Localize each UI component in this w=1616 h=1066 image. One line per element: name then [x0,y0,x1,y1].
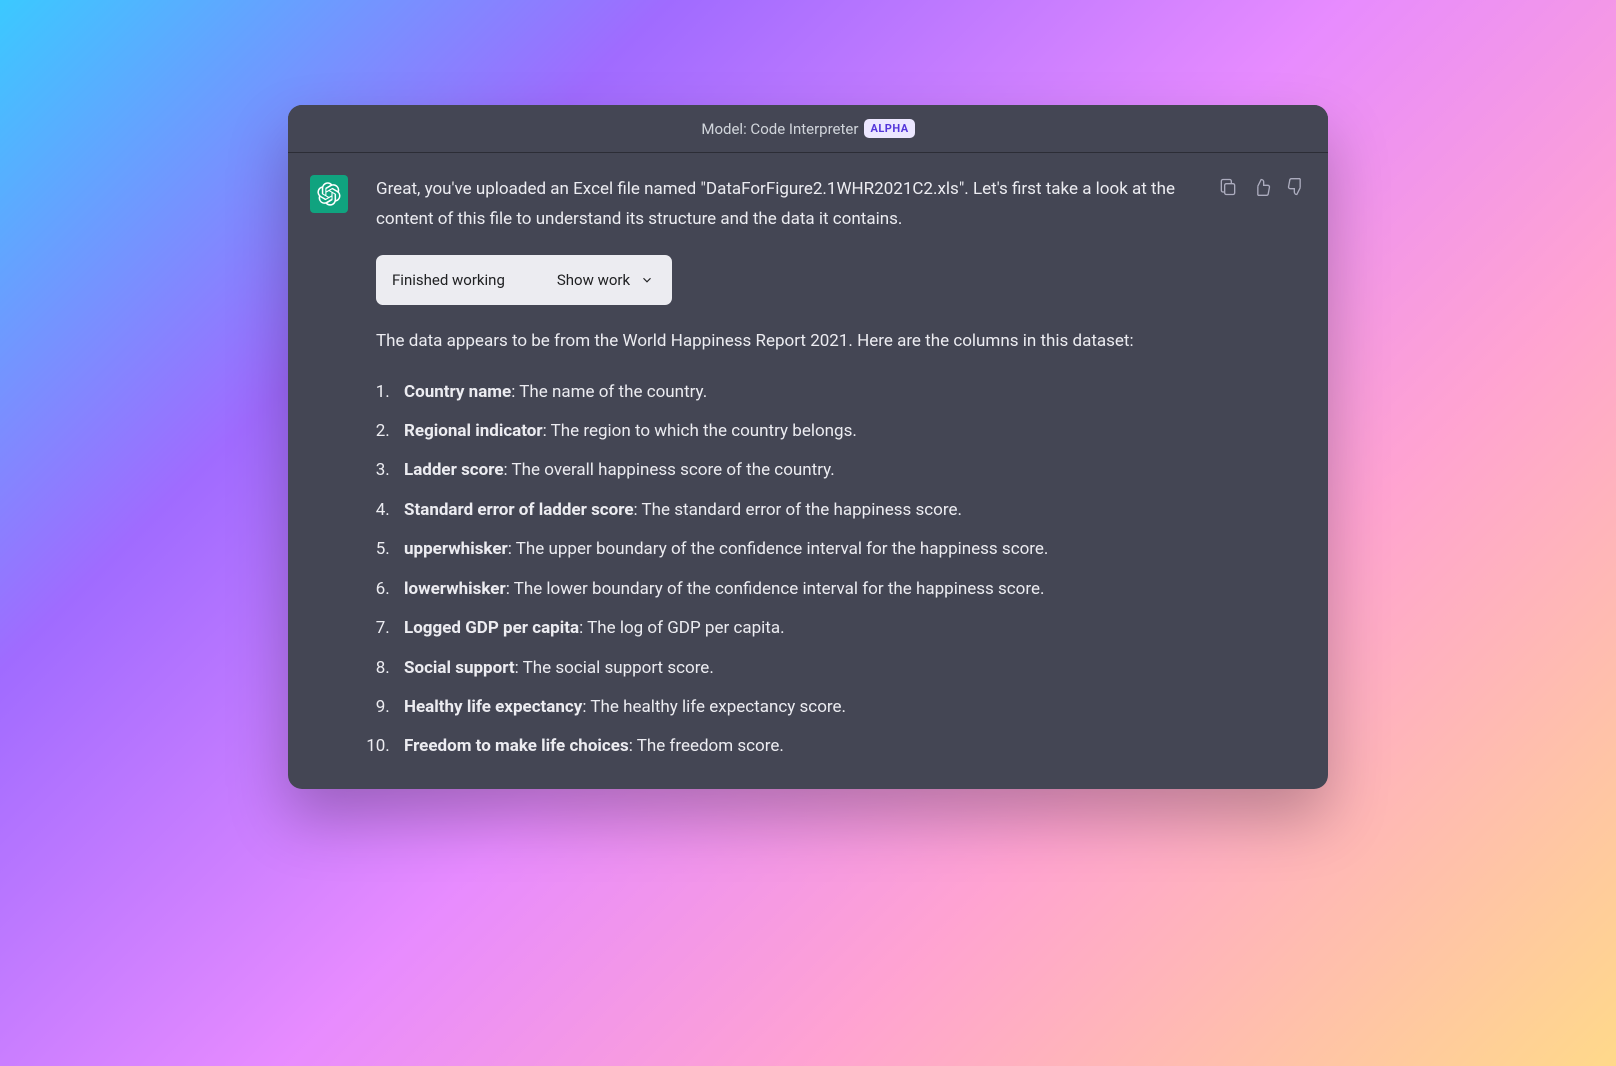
list-item: Standard error of ladder score: The stan… [394,495,1184,526]
show-work-toggle[interactable]: Finished working Show work [376,255,672,305]
list-item: Healthy life expectancy: The healthy lif… [394,692,1184,723]
copy-button[interactable] [1218,177,1238,197]
thumbs-up-icon [1252,177,1272,197]
list-item: Regional indicator: The region to which … [394,416,1184,447]
assistant-avatar [310,175,348,213]
model-label: Model: Code Interpreter [701,120,858,138]
chevron-down-icon [640,273,654,287]
thumbs-up-button[interactable] [1252,177,1272,197]
alpha-badge: ALPHA [864,119,914,138]
copy-icon [1218,177,1238,197]
thumbs-down-icon [1286,177,1306,197]
openai-logo-icon [317,182,341,206]
list-item: Social support: The social support score… [394,653,1184,684]
assistant-message: Great, you've uploaded an Excel file nam… [288,153,1328,789]
list-item: Ladder score: The overall happiness scor… [394,455,1184,486]
list-item: Country name: The name of the country. [394,377,1184,408]
chat-panel: Model: Code Interpreter ALPHA Great, you… [288,105,1328,789]
message-content: Great, you've uploaded an Excel file nam… [376,175,1190,771]
show-work-label: Show work [557,267,654,293]
message-actions [1218,175,1306,771]
model-header: Model: Code Interpreter ALPHA [288,105,1328,153]
list-item: lowerwhisker: The lower boundary of the … [394,574,1184,605]
intro-paragraph: Great, you've uploaded an Excel file nam… [376,175,1184,235]
work-status: Finished working [392,267,505,293]
list-item: Freedom to make life choices: The freedo… [394,731,1184,762]
columns-list: Country name: The name of the country. R… [376,377,1184,763]
list-item: upperwhisker: The upper boundary of the … [394,534,1184,565]
summary-paragraph: The data appears to be from the World Ha… [376,327,1184,357]
thumbs-down-button[interactable] [1286,177,1306,197]
list-item: Logged GDP per capita: The log of GDP pe… [394,613,1184,644]
